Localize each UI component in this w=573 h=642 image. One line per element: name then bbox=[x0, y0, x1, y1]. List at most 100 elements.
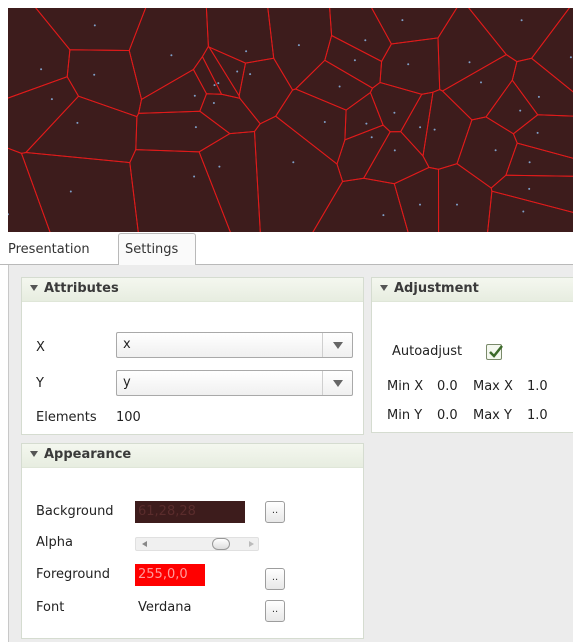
voronoi-site-point bbox=[419, 126, 422, 129]
voronoi-cell bbox=[487, 190, 573, 232]
voronoi-site-point bbox=[520, 19, 523, 22]
voronoi-site-point bbox=[76, 121, 79, 124]
voronoi-site-point bbox=[213, 84, 216, 87]
voronoi-site-point bbox=[433, 128, 436, 131]
max-y-value[interactable]: 1.0 bbox=[527, 408, 548, 423]
voronoi-cell bbox=[437, 8, 508, 92]
voronoi-site-point bbox=[365, 122, 368, 125]
voronoi-cell bbox=[512, 114, 573, 159]
voronoi-cell bbox=[8, 8, 71, 99]
voronoi-site-point bbox=[419, 203, 421, 206]
tab-bar: Presentation bbox=[0, 232, 573, 265]
alpha-slider[interactable] bbox=[135, 537, 259, 551]
voronoi-cell bbox=[393, 166, 440, 232]
voronoi-cell bbox=[137, 68, 208, 114]
foreground-color-button[interactable]: .. bbox=[265, 568, 285, 590]
dropdown-arrow-icon bbox=[322, 333, 352, 357]
voronoi-site-point bbox=[40, 68, 43, 71]
voronoi-cell bbox=[422, 88, 473, 170]
voronoi-site-point bbox=[249, 73, 252, 76]
x-label: X bbox=[36, 340, 45, 355]
collapse-triangle-icon bbox=[380, 284, 388, 291]
min-x-label: Min X bbox=[387, 379, 424, 394]
max-y-label: Max Y bbox=[473, 408, 512, 423]
voronoi-cell bbox=[135, 110, 231, 153]
max-x-value[interactable]: 1.0 bbox=[527, 379, 548, 394]
voronoi-site-point bbox=[536, 131, 539, 134]
voronoi-cell bbox=[371, 8, 458, 45]
alpha-label: Alpha bbox=[36, 535, 73, 550]
adjustment-group: Adjustment Autoadjust Min X 0.0 Max X 1.… bbox=[371, 277, 573, 433]
voronoi-canvas[interactable] bbox=[8, 8, 573, 232]
tab-settings[interactable]: Settings bbox=[118, 233, 196, 266]
voronoi-site-point bbox=[217, 82, 220, 85]
voronoi-cell bbox=[238, 57, 294, 125]
slider-right-arrow-icon[interactable] bbox=[249, 541, 254, 547]
max-x-label: Max X bbox=[473, 379, 513, 394]
slider-knob[interactable] bbox=[212, 538, 231, 550]
appearance-header[interactable]: Appearance bbox=[22, 444, 363, 468]
voronoi-site-point bbox=[292, 161, 295, 164]
voronoi-site-point bbox=[50, 98, 53, 101]
voronoi-site-point bbox=[528, 187, 531, 190]
voronoi-cell bbox=[275, 88, 347, 165]
min-y-value[interactable]: 0.0 bbox=[437, 408, 458, 423]
min-y-label: Min Y bbox=[387, 408, 423, 423]
voronoi-cell bbox=[201, 45, 241, 99]
voronoi-cell bbox=[267, 8, 333, 91]
voronoi-cell bbox=[379, 37, 441, 95]
voronoi-site-point bbox=[393, 111, 396, 114]
voronoi-site-point bbox=[407, 63, 410, 66]
voronoi-site-point bbox=[393, 149, 396, 152]
adjustment-title: Adjustment bbox=[394, 281, 479, 296]
x-select-value: x bbox=[123, 337, 131, 352]
min-x-value[interactable]: 0.0 bbox=[437, 379, 458, 394]
voronoi-site-point bbox=[193, 94, 196, 97]
voronoi-cell bbox=[129, 149, 231, 232]
voronoi-site-point bbox=[93, 73, 96, 76]
slider-left-arrow-icon[interactable] bbox=[142, 541, 147, 547]
voronoi-site-point bbox=[456, 203, 458, 206]
font-button[interactable]: .. bbox=[265, 600, 285, 622]
autoadjust-checkbox[interactable] bbox=[486, 344, 503, 360]
voronoi-site-point bbox=[353, 59, 356, 62]
font-value: Verdana bbox=[138, 600, 192, 615]
voronoi-site-point bbox=[537, 95, 540, 98]
adjustment-header[interactable]: Adjustment bbox=[372, 278, 573, 302]
voronoi-cell bbox=[437, 163, 493, 232]
collapse-triangle-icon bbox=[30, 284, 38, 291]
voronoi-site-point bbox=[218, 165, 221, 168]
voronoi-site-point bbox=[8, 213, 9, 216]
foreground-color-swatch[interactable]: 255,0,0 bbox=[135, 564, 205, 586]
voronoi-cell bbox=[456, 116, 518, 189]
voronoi-cell bbox=[329, 8, 392, 63]
tab-presentation[interactable]: Presentation bbox=[2, 237, 117, 265]
voronoi-site-point bbox=[236, 70, 239, 73]
voronoi-site-point bbox=[519, 109, 522, 112]
elements-label: Elements bbox=[36, 410, 97, 425]
checkmark-icon bbox=[489, 345, 503, 358]
voronoi-cell bbox=[530, 8, 573, 93]
voronoi-cell bbox=[8, 76, 80, 154]
attributes-header[interactable]: Attributes bbox=[22, 278, 363, 302]
voronoi-site-point bbox=[468, 61, 471, 64]
voronoi-cell bbox=[8, 147, 51, 232]
voronoi-cell bbox=[199, 93, 261, 135]
background-color-button[interactable]: .. bbox=[265, 501, 285, 523]
voronoi-cell bbox=[294, 59, 374, 111]
background-label: Background bbox=[36, 504, 114, 519]
y-select-value: y bbox=[123, 375, 131, 390]
voronoi-site-point bbox=[364, 39, 367, 42]
voronoi-cell bbox=[485, 79, 539, 135]
voronoi-site-point bbox=[323, 121, 326, 123]
background-color-swatch[interactable]: 61,28,28 bbox=[135, 501, 245, 523]
elements-value: 100 bbox=[116, 410, 141, 425]
voronoi-site-point bbox=[69, 190, 72, 193]
voronoi-cell bbox=[344, 91, 384, 141]
y-attribute-select[interactable]: y bbox=[116, 370, 353, 396]
voronoi-site-point bbox=[401, 19, 404, 22]
x-attribute-select[interactable]: x bbox=[116, 332, 353, 358]
voronoi-cell bbox=[253, 115, 344, 232]
appearance-group: Appearance Background 61,28,28 .. Alpha … bbox=[21, 443, 364, 639]
voronoi-site-point bbox=[212, 102, 215, 104]
